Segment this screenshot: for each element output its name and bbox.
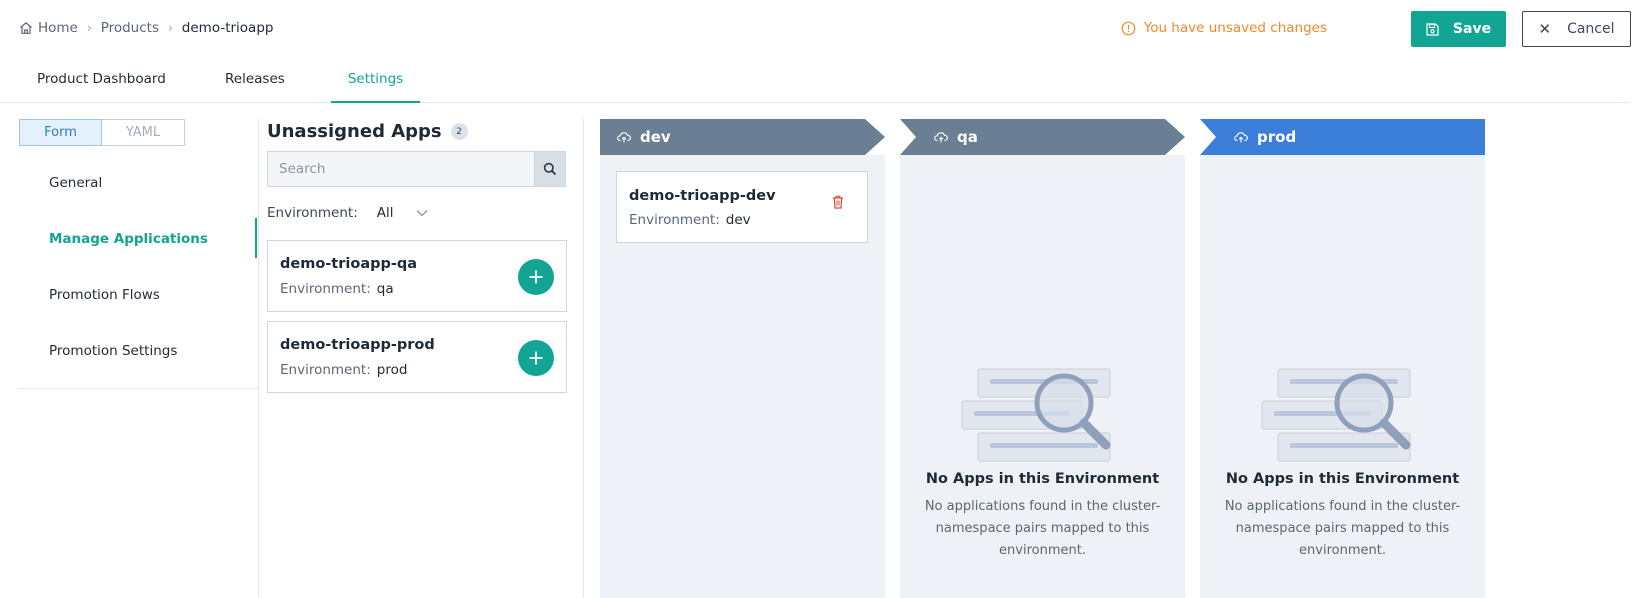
cloud-upload-icon [934,132,948,143]
empty-search-illustration [961,368,1111,462]
divider [258,119,259,598]
app-environment: Environment: prod [280,362,407,378]
unassigned-app-card: demo-trioapp-prod Environment: prod [267,321,567,393]
yaml-mode-button[interactable]: YAML [102,119,185,146]
unsaved-text: You have unsaved changes [1143,20,1327,36]
environment-body: No Apps in this Environment No applicati… [1200,155,1485,598]
sidebar-item-promotion-settings[interactable]: Promotion Settings [49,343,177,359]
sidebar-item-general[interactable]: General [49,175,102,191]
environment-label: Environment: [280,362,371,378]
environment-value: qa [376,281,394,297]
assigned-app-card: demo-trioapp-dev Environment: dev [616,171,868,243]
settings-sidebar: General Manage Applications Promotion Fl… [19,158,258,389]
search-button[interactable] [534,151,566,187]
environment-value: dev [725,212,751,228]
environment-header: dev [600,119,885,155]
app-environment: Environment: dev [629,212,751,228]
environment-name: dev [640,128,671,146]
trash-icon[interactable] [832,195,844,209]
sidebar-item-manage-applications[interactable]: Manage Applications [49,231,208,247]
environment-label: Environment: [629,212,720,228]
environment-name: prod [1257,128,1297,146]
form-mode-button[interactable]: Form [19,119,102,146]
environment-filter-value: All [376,205,394,221]
environment-body: demo-trioapp-dev Environment: dev [600,155,885,598]
empty-state-description: No applications found in the cluster-nam… [1224,499,1461,558]
cancel-button[interactable]: ✕ Cancel [1522,11,1631,47]
environment-label: Environment: [280,281,371,297]
unassigned-apps-heading: Unassigned Apps 2 [267,121,468,142]
tab-bar: Product Dashboard Releases Settings [0,60,1630,103]
environment-column-qa: qa No Apps in this Environment No applic… [900,119,1185,598]
empty-state-title: No Apps in this Environment [925,471,1160,487]
tab-product-dashboard[interactable]: Product Dashboard [37,71,166,103]
tab-releases[interactable]: Releases [225,71,285,103]
environment-filter[interactable]: Environment: All [267,205,428,221]
breadcrumb: Home › Products › demo-trioapp [19,20,273,36]
plus-icon [529,351,543,365]
tab-settings[interactable]: Settings [331,71,420,103]
divider [583,119,584,598]
app-name: demo-trioapp-qa [280,256,418,272]
save-icon [1426,22,1439,36]
add-app-button[interactable] [518,259,554,295]
search-icon [543,162,557,176]
cancel-label: Cancel [1567,21,1615,37]
unassigned-app-card: demo-trioapp-qa Environment: qa [267,240,567,312]
breadcrumb-current: demo-trioapp [181,20,274,36]
unsaved-changes-notice: You have unsaved changes [1121,20,1327,36]
empty-state-title: No Apps in this Environment [1225,471,1460,487]
save-button[interactable]: Save [1411,11,1506,47]
breadcrumb-home-label: Home [38,20,78,36]
search-input[interactable] [267,151,534,187]
empty-search-illustration [1261,368,1411,462]
breadcrumb-home[interactable]: Home [19,20,78,36]
save-label: Save [1452,21,1492,37]
app-environment: Environment: qa [280,281,394,297]
environment-name: qa [957,128,978,146]
add-app-button[interactable] [518,340,554,376]
home-icon [20,22,32,34]
close-icon: ✕ [1538,20,1552,38]
top-bar: Home › Products › demo-trioapp You have … [0,0,1644,60]
search-box [267,151,566,187]
breadcrumb-products[interactable]: Products [101,20,159,36]
warning-icon [1121,21,1136,35]
environment-value: prod [376,362,408,378]
chevron-right-icon: › [167,21,173,35]
app-name: demo-trioapp-prod [280,337,435,353]
form-yaml-toggle: Form YAML [19,119,186,146]
chevron-right-icon: › [86,21,92,35]
cloud-upload-icon [617,132,631,143]
environment-column-dev: dev demo-trioapp-dev Environment: dev [600,119,885,598]
active-nav-indicator [255,218,257,258]
plus-icon [529,270,543,284]
environment-body: No Apps in this Environment No applicati… [900,155,1185,598]
sidebar-item-promotion-flows[interactable]: Promotion Flows [49,287,160,303]
environment-header: qa [900,119,1185,155]
unassigned-apps-title: Unassigned Apps [267,121,442,142]
environment-filter-label: Environment: [267,205,358,221]
environment-column-prod: prod No Apps in this Environment No appl… [1200,119,1485,598]
app-name: demo-trioapp-dev [629,188,776,204]
empty-state-description: No applications found in the cluster-nam… [924,499,1161,558]
cloud-upload-icon [1234,132,1248,143]
chevron-down-icon [416,210,427,217]
count-badge: 2 [450,123,468,140]
environment-header: prod [1200,119,1485,155]
